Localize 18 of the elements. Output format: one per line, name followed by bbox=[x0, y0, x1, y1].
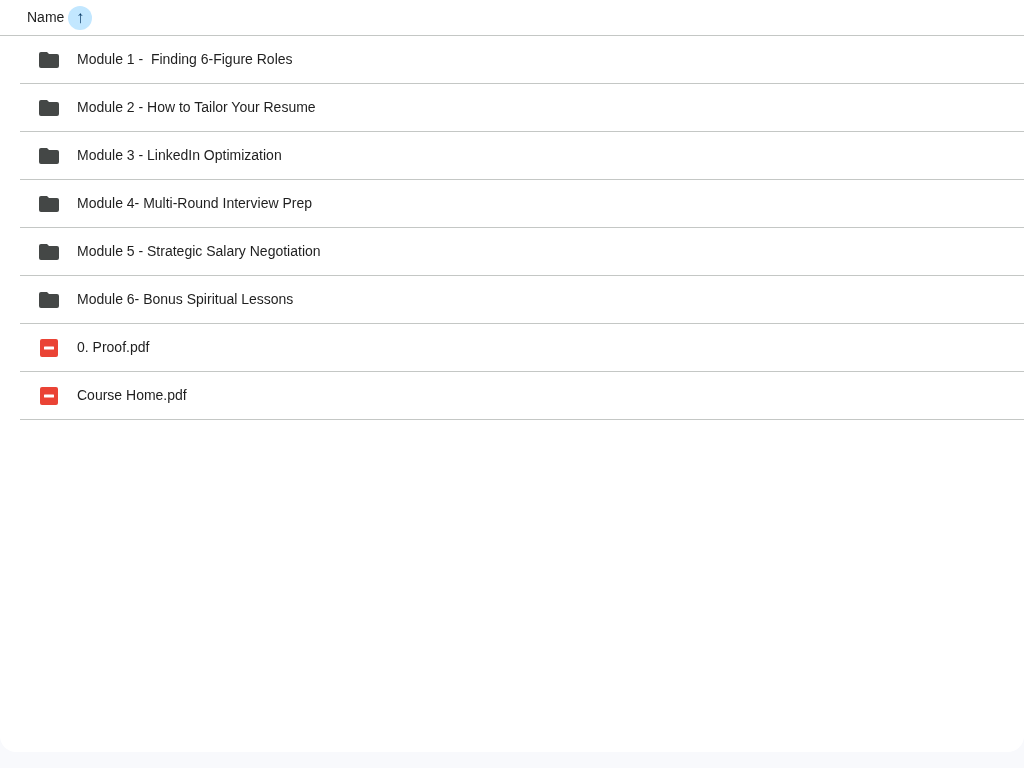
file-name[interactable]: Course Home.pdf bbox=[77, 385, 187, 406]
file-name[interactable]: Module 6- Bonus Spiritual Lessons bbox=[77, 289, 294, 310]
folder-icon bbox=[39, 291, 59, 308]
folder-icon bbox=[39, 147, 59, 164]
folder-icon bbox=[39, 51, 59, 68]
pdf-file-icon bbox=[40, 386, 58, 405]
column-header[interactable]: Name bbox=[27, 7, 65, 28]
file-name[interactable]: Module 5 - Strategic Salary Negotiation bbox=[77, 241, 321, 262]
file-name[interactable]: Module 4- Multi-Round Interview Prep bbox=[77, 193, 312, 214]
file-name[interactable]: Module 2 - How to Tailor Your Resume bbox=[77, 97, 316, 118]
pdf-file-icon bbox=[40, 338, 58, 357]
file-name[interactable]: Module 3 - LinkedIn Optimization bbox=[77, 145, 282, 166]
folder-icon bbox=[39, 195, 59, 212]
folder-icon bbox=[39, 99, 59, 116]
sort-button[interactable]: ↑ bbox=[68, 5, 93, 30]
file-name[interactable]: Module 1 - Finding 6-Figure Roles bbox=[77, 49, 293, 70]
folder-icon bbox=[39, 243, 59, 260]
file-name[interactable]: 0. Proof.pdf bbox=[77, 337, 150, 358]
